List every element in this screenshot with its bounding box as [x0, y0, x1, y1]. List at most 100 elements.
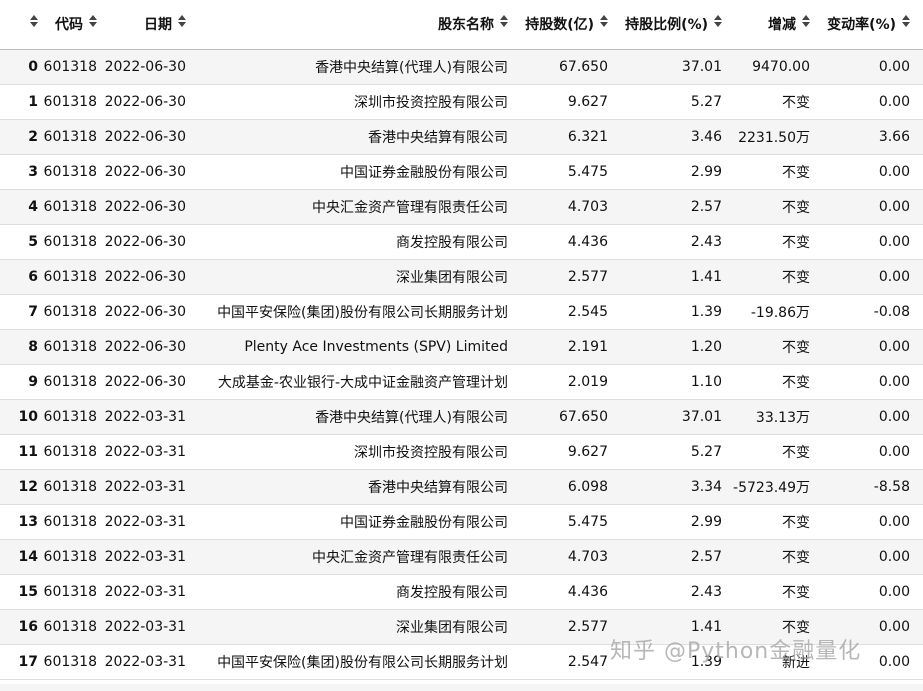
header-hold-label: 持股数(亿): [525, 17, 594, 33]
cell-hold: 4.436: [567, 584, 608, 600]
table-row: 4 601318 2022-06-30 中央汇金资产管理有限责任公司 4.703 2.57…: [0, 190, 923, 225]
cell-code: 601318: [43, 409, 97, 425]
sort-icon[interactable]: [902, 14, 910, 28]
cell-ratio: 1.10: [690, 374, 722, 390]
table-row: 11 601318 2022-03-31 深圳市投资控股有限公司 9.627 5.27 不变…: [0, 435, 923, 470]
header-code-label: 代码: [55, 17, 83, 33]
cell-date: 2022-06-30: [104, 199, 186, 215]
cell-chg: 不变: [782, 235, 810, 251]
cell-idx: 0: [28, 59, 38, 75]
cell-hold: 4.703: [567, 199, 608, 215]
sort-icon[interactable]: [89, 14, 97, 28]
cell-hold: 67.650: [559, 59, 608, 75]
cell-name: 深圳市投资控股有限公司: [354, 445, 508, 461]
cell-idx: 4: [28, 199, 38, 215]
sort-icon[interactable]: [600, 14, 608, 28]
header-hold[interactable]: 持股数(亿): [512, 0, 608, 49]
cell-code: 601318: [43, 654, 97, 670]
cell-name: 大成基金-农业银行-大成中证金融资产管理计划: [217, 375, 508, 391]
cell-code: 601318: [43, 374, 97, 390]
header-code[interactable]: 代码: [43, 0, 97, 49]
table-row: 0 601318 2022-06-30 香港中央结算(代理人)有限公司 67.650 37…: [0, 50, 923, 85]
cell-date: 2022-06-30: [104, 339, 186, 355]
cell-rate: 0.00: [878, 199, 910, 215]
cell-hold: 67.650: [559, 409, 608, 425]
table-row: 7 601318 2022-06-30 中国平安保险(集团)股份有限公司长期服务计划 2…: [0, 295, 923, 330]
cell-ratio: 37.01: [681, 59, 722, 75]
header-name-label: 股东名称: [438, 17, 494, 33]
cell-ratio: 5.27: [690, 444, 722, 460]
cell-ratio: 3.46: [690, 129, 722, 145]
table-row: 17 601318 2022-03-31 中国平安保险(集团)股份有限公司长期服务计划…: [0, 645, 923, 680]
cell-code: 601318: [43, 94, 97, 110]
cell-rate: -0.08: [873, 304, 910, 320]
cell-rate: 0.00: [878, 514, 910, 530]
cell-code: 601318: [43, 234, 97, 250]
cell-name: 中国平安保险(集团)股份有限公司长期服务计划: [217, 655, 508, 671]
cell-chg: 不变: [782, 375, 810, 391]
table-row: 13 601318 2022-03-31 中国证券金融股份有限公司 5.475 2.99 不…: [0, 505, 923, 540]
cell-rate: 0.00: [878, 234, 910, 250]
cell-chg: 不变: [782, 550, 810, 566]
cell-hold: 2.019: [567, 374, 608, 390]
cell-date: 2022-06-30: [104, 304, 186, 320]
cell-code: 601318: [43, 619, 97, 635]
cell-hold: 9.627: [567, 444, 608, 460]
cell-hold: 5.475: [567, 514, 608, 530]
header-rate-label: 变动率(%): [827, 17, 896, 33]
sort-icon[interactable]: [500, 14, 508, 28]
cell-date: 2022-03-31: [104, 514, 186, 530]
cell-idx: 16: [18, 619, 38, 635]
cell-chg: 不变: [782, 515, 810, 531]
header-date[interactable]: 日期: [104, 0, 186, 49]
cell-date: 2022-03-31: [104, 444, 186, 460]
cell-chg: 33.13万: [755, 410, 810, 426]
cell-ratio: 2.43: [690, 584, 722, 600]
cell-date: 2022-06-30: [104, 164, 186, 180]
table-row: 15 601318 2022-03-31 商发控股有限公司 4.436 2.43 不变 0.0…: [0, 575, 923, 610]
cell-idx: 13: [18, 514, 38, 530]
header-name[interactable]: 股东名称: [190, 0, 508, 49]
cell-idx: 14: [18, 549, 38, 565]
cell-hold: 2.577: [567, 269, 608, 285]
sort-icon[interactable]: [714, 14, 722, 28]
cell-name: 商发控股有限公司: [396, 235, 508, 251]
cell-idx: 15: [18, 584, 38, 600]
cell-ratio: 2.99: [690, 164, 722, 180]
cell-chg: 不变: [782, 270, 810, 286]
cell-code: 601318: [43, 164, 97, 180]
sort-icon[interactable]: [178, 14, 186, 28]
cell-chg: 2231.50万: [738, 130, 810, 146]
sort-icon[interactable]: [802, 14, 810, 28]
sort-icon[interactable]: [30, 14, 38, 28]
cell-idx: 3: [28, 164, 38, 180]
cell-idx: 12: [18, 479, 38, 495]
header-ratio[interactable]: 持股比例(%): [614, 0, 722, 49]
cell-name: 深圳市投资控股有限公司: [354, 95, 508, 111]
cell-rate: 0.00: [878, 339, 910, 355]
cell-date: 2022-03-31: [104, 549, 186, 565]
header-rate[interactable]: 变动率(%): [816, 0, 910, 49]
header-change[interactable]: 增减: [728, 0, 810, 49]
cell-idx: 7: [28, 304, 38, 320]
cell-chg: 不变: [782, 165, 810, 181]
cell-code: 601318: [43, 129, 97, 145]
cell-hold: 5.475: [567, 164, 608, 180]
cell-idx: 1: [28, 94, 38, 110]
table-row: 1 601318 2022-06-30 深圳市投资控股有限公司 9.627 5.27 不变 0…: [0, 85, 923, 120]
cell-name: 香港中央结算有限公司: [368, 130, 508, 146]
cell-rate: 0.00: [878, 444, 910, 460]
cell-idx: 11: [18, 444, 38, 460]
cell-code: 601318: [43, 584, 97, 600]
cell-ratio: 1.39: [690, 654, 722, 670]
cell-rate: 0.00: [878, 654, 910, 670]
cell-date: 2022-06-30: [104, 59, 186, 75]
cell-idx: 17: [18, 654, 38, 670]
cell-code: 601318: [43, 444, 97, 460]
cell-rate: 0.00: [878, 94, 910, 110]
table-row: 5 601318 2022-06-30 商发控股有限公司 4.436 2.43 不变 0.00: [0, 225, 923, 260]
cell-rate: 0.00: [878, 409, 910, 425]
table-row: 3 601318 2022-06-30 中国证券金融股份有限公司 5.475 2.99 不变…: [0, 155, 923, 190]
header-index[interactable]: [0, 0, 38, 49]
cell-idx: 10: [18, 409, 38, 425]
